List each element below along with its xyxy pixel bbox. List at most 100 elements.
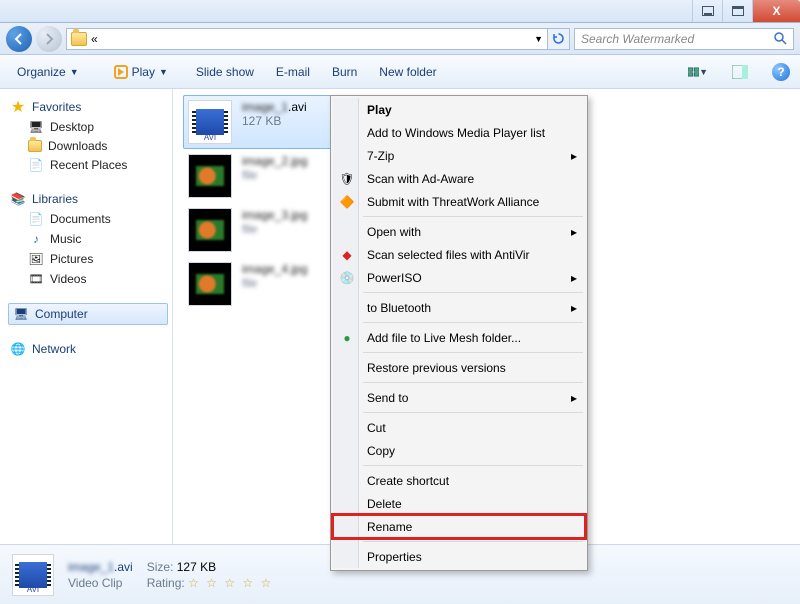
antivir-icon: ◆	[339, 247, 355, 263]
separator	[363, 216, 583, 217]
file-name-blurred: image_3.jpg	[242, 208, 307, 222]
ctx-label: Delete	[367, 497, 402, 511]
ctx-label: Copy	[367, 444, 395, 458]
close-icon: X	[772, 4, 780, 18]
music-icon: ♪	[28, 231, 44, 247]
sidebar-item-pictures[interactable]: 🖼Pictures	[8, 249, 168, 269]
details-name: .avi	[114, 560, 133, 574]
star-icon: ★	[10, 99, 26, 115]
sidebar-item-music[interactable]: ♪Music	[8, 229, 168, 249]
ctx-copy[interactable]: Copy	[333, 439, 585, 462]
view-options-button[interactable]: ▼	[688, 62, 708, 82]
search-input[interactable]: Search Watermarked	[574, 28, 794, 50]
burn-button[interactable]: Burn	[332, 65, 357, 79]
ctx-label: to Bluetooth	[367, 301, 431, 315]
sidebar-item-downloads[interactable]: Downloads	[8, 137, 168, 155]
ctx-play[interactable]: Play	[333, 98, 585, 121]
ctx-label: Cut	[367, 421, 386, 435]
file-size: 127 KB	[242, 114, 307, 128]
ctx-label: 7-Zip	[367, 149, 394, 163]
ctx-sendto[interactable]: Send to▸	[333, 386, 585, 409]
sidebar-item-recent[interactable]: 📄Recent Places	[8, 155, 168, 175]
folder-icon	[71, 32, 87, 46]
sidebar-item-videos[interactable]: 🎞Videos	[8, 269, 168, 289]
libraries-label: Libraries	[32, 192, 78, 206]
back-button[interactable]	[6, 26, 32, 52]
rating-label: Rating:	[147, 576, 185, 590]
search-icon	[774, 32, 787, 45]
libraries-header[interactable]: 📚Libraries	[8, 189, 168, 209]
ctx-antivir[interactable]: ◆ Scan selected files with AntiVir	[333, 243, 585, 266]
play-label: Play	[132, 65, 155, 79]
organize-label: Organize	[17, 65, 66, 79]
ctx-delete[interactable]: Delete	[333, 492, 585, 515]
ctx-cut[interactable]: Cut	[333, 416, 585, 439]
ctx-label: Create shortcut	[367, 474, 449, 488]
help-button[interactable]: ?	[772, 63, 790, 81]
email-button[interactable]: E-mail	[276, 65, 310, 79]
chevron-down-icon: ▼	[159, 67, 168, 77]
ctx-poweriso[interactable]: 💿PowerISO▸	[333, 266, 585, 289]
image-thumbnail-icon	[188, 262, 232, 306]
ctx-7zip[interactable]: 7-Zip ▸	[333, 144, 585, 167]
file-name-blurred: image_2.jpg	[242, 154, 307, 168]
window-titlebar: X	[0, 0, 800, 23]
sidebar-item-network[interactable]: 🌐Network	[8, 339, 168, 359]
ctx-openwith[interactable]: Open with▸	[333, 220, 585, 243]
refresh-button[interactable]	[548, 28, 570, 50]
ctx-add-wmp[interactable]: Add to Windows Media Player list	[333, 121, 585, 144]
sidebar-item-label: Pictures	[50, 252, 93, 266]
chevron-down-icon: ▼	[70, 67, 79, 77]
close-button[interactable]: X	[752, 0, 800, 22]
ctx-shortcut[interactable]: Create shortcut	[333, 469, 585, 492]
details-name-blurred: image_1	[68, 560, 114, 574]
view-options-icon	[688, 65, 699, 79]
sidebar-item-label: Documents	[50, 212, 111, 226]
sidebar-item-documents[interactable]: 📄Documents	[8, 209, 168, 229]
slideshow-button[interactable]: Slide show	[196, 65, 254, 79]
favorites-header[interactable]: ★Favorites	[8, 97, 168, 117]
ctx-threatwork[interactable]: 🔶Submit with ThreatWork Alliance	[333, 190, 585, 213]
ctx-restore[interactable]: Restore previous versions	[333, 356, 585, 379]
separator	[363, 541, 583, 542]
chevron-down-icon[interactable]: ▼	[534, 34, 543, 44]
ctx-livemesh[interactable]: ●Add file to Live Mesh folder...	[333, 326, 585, 349]
image-thumbnail-icon	[188, 154, 232, 198]
image-thumbnail-icon	[188, 208, 232, 252]
ctx-label: PowerISO	[367, 271, 422, 285]
sidebar-item-desktop[interactable]: 🖥Desktop	[8, 117, 168, 137]
separator	[363, 322, 583, 323]
minimize-button[interactable]	[692, 0, 722, 22]
separator	[363, 412, 583, 413]
ctx-label: Scan selected files with AntiVir	[367, 248, 530, 262]
newfolder-button[interactable]: New folder	[379, 65, 436, 79]
breadcrumb[interactable]: « ▼	[66, 28, 548, 50]
arrow-left-icon	[13, 33, 25, 45]
ctx-properties[interactable]: Properties	[333, 545, 585, 568]
poweriso-icon: 💿	[339, 270, 355, 286]
maximize-icon	[732, 6, 744, 16]
adaware-icon: 🛡	[339, 171, 355, 187]
organize-button[interactable]: Organize ▼	[10, 62, 86, 82]
sidebar-item-label: Downloads	[48, 139, 107, 153]
forward-button[interactable]	[36, 26, 62, 52]
ctx-adaware[interactable]: 🛡 Scan with Ad-Aware	[333, 167, 585, 190]
computer-icon: 🖥	[13, 306, 29, 322]
submenu-arrow-icon: ▸	[571, 391, 577, 405]
ctx-label: Scan with Ad-Aware	[367, 172, 474, 186]
search-placeholder: Search Watermarked	[581, 32, 694, 46]
details-type: Video Clip	[68, 576, 133, 590]
play-button[interactable]: Play ▼	[108, 63, 174, 81]
ctx-rename[interactable]: Rename	[333, 515, 585, 538]
desktop-icon: 🖥	[28, 119, 44, 135]
file-name-blurred: image_1	[242, 100, 288, 114]
maximize-button[interactable]	[722, 0, 752, 22]
ctx-label: Open with	[367, 225, 421, 239]
sidebar-item-computer[interactable]: 🖥Computer	[8, 303, 168, 325]
ctx-bluetooth[interactable]: to Bluetooth▸	[333, 296, 585, 319]
chevron-down-icon: ▼	[699, 67, 708, 77]
submenu-arrow-icon: ▸	[571, 149, 577, 163]
rating-stars[interactable]: ☆ ☆ ☆ ☆ ☆	[188, 576, 273, 590]
preview-pane-button[interactable]	[730, 62, 750, 82]
navigation-pane: ★Favorites 🖥Desktop Downloads 📄Recent Pl…	[0, 89, 172, 544]
